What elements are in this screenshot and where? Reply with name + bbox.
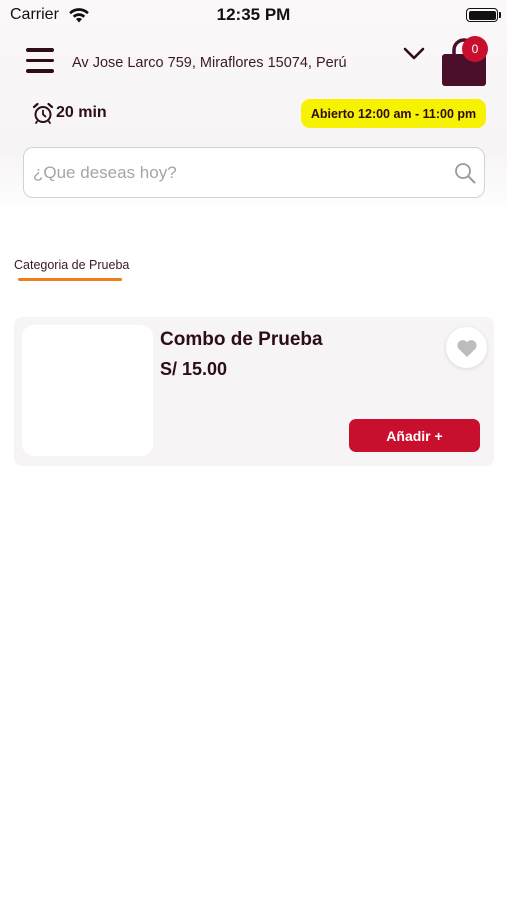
alarm-clock-icon [32, 102, 54, 124]
product-name: Combo de Prueba [160, 329, 323, 350]
status-bar: Carrier 12:35 PM [0, 0, 507, 32]
chevron-down-icon[interactable] [403, 46, 425, 62]
status-time: 12:35 PM [216, 5, 291, 24]
delivery-time: 20 min [56, 104, 107, 121]
tab-label: Categoria de Prueba [14, 258, 130, 272]
menu-icon[interactable] [26, 48, 54, 74]
search-icon[interactable] [454, 162, 476, 184]
active-tab-indicator [18, 278, 122, 281]
search-bar [23, 147, 485, 198]
favorite-button[interactable] [446, 327, 487, 368]
app-screen: Carrier 12:35 PM Av Jose Larco 759, Mira… [0, 0, 507, 900]
add-to-cart-button[interactable]: Añadir + [349, 419, 480, 452]
product-card[interactable]: Combo de Prueba S/ 15.00 Añadir + [14, 317, 494, 466]
product-price: S/ 15.00 [160, 359, 228, 379]
battery-icon [466, 8, 498, 22]
delivery-address[interactable]: Av Jose Larco 759, Miraflores 15074, Per… [72, 55, 347, 71]
heart-icon [456, 339, 477, 357]
tab-categoria-de-prueba[interactable]: Categoria de Prueba [14, 256, 129, 274]
store-hours-badge: Abierto 12:00 am - 11:00 pm [301, 99, 486, 128]
battery-tip [499, 12, 501, 18]
cart-count-badge[interactable]: 0 [462, 36, 488, 62]
product-image [22, 325, 153, 456]
search-input[interactable] [33, 148, 443, 197]
